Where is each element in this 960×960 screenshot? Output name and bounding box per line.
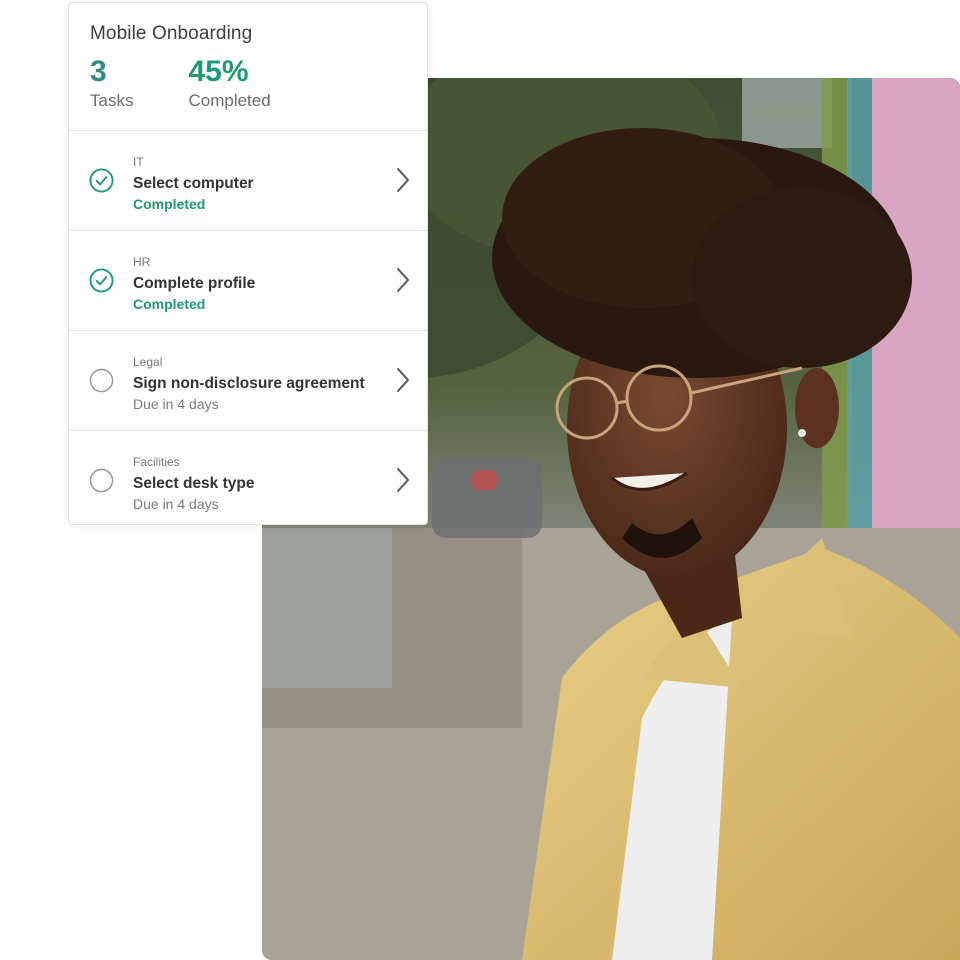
card-title: Mobile Onboarding: [90, 23, 253, 44]
task-name: Select desk type: [133, 475, 255, 492]
chevron-right-icon[interactable]: [395, 266, 411, 294]
empty-circle-icon: [89, 468, 114, 493]
chevron-right-icon[interactable]: [395, 466, 411, 494]
card-header: Mobile Onboarding 3 Tasks 45% Completed: [69, 3, 427, 131]
onboarding-card: Mobile Onboarding 3 Tasks 45% Completed …: [68, 2, 428, 525]
check-circle-icon: [89, 268, 114, 293]
completed-stat: 45% Completed: [188, 55, 270, 111]
completed-percent: 45%: [188, 55, 249, 88]
task-status: Due in 4 days: [133, 396, 219, 412]
task-row-sign-nda[interactable]: Legal Sign non-disclosure agreement Due …: [69, 331, 427, 431]
task-text: Legal Sign non-disclosure agreement Due …: [133, 355, 365, 413]
task-name: Select computer: [133, 175, 254, 192]
task-text: HR Complete profile Completed: [133, 255, 255, 313]
task-status: Completed: [133, 196, 206, 212]
task-category: IT: [133, 155, 144, 169]
task-category: Facilities: [133, 455, 180, 469]
task-text: IT Select computer Completed: [133, 155, 254, 213]
stats-row: 3 Tasks 45% Completed: [90, 55, 407, 111]
task-status: Completed: [133, 296, 206, 312]
empty-circle-icon: [89, 368, 114, 393]
task-text: Facilities Select desk type Due in 4 day…: [133, 455, 254, 513]
task-name: Sign non-disclosure agreement: [133, 375, 365, 392]
tasks-label: Tasks: [90, 91, 134, 110]
tasks-count: 3: [90, 55, 107, 88]
hero-stage: Mobile Onboarding 3 Tasks 45% Completed …: [0, 0, 960, 960]
task-category: HR: [133, 255, 151, 269]
task-row-complete-profile[interactable]: HR Complete profile Completed: [69, 231, 427, 331]
task-status: Due in 4 days: [133, 496, 219, 512]
chevron-right-icon[interactable]: [395, 366, 411, 394]
tasks-stat: 3 Tasks: [90, 55, 133, 111]
chevron-right-icon[interactable]: [395, 166, 411, 194]
task-category: Legal: [133, 355, 163, 369]
task-row-select-desk-type[interactable]: Facilities Select desk type Due in 4 day…: [69, 431, 427, 523]
task-row-select-computer[interactable]: IT Select computer Completed: [69, 131, 427, 231]
check-circle-icon: [89, 168, 114, 193]
completed-label: Completed: [188, 91, 271, 110]
task-name: Complete profile: [133, 275, 256, 292]
